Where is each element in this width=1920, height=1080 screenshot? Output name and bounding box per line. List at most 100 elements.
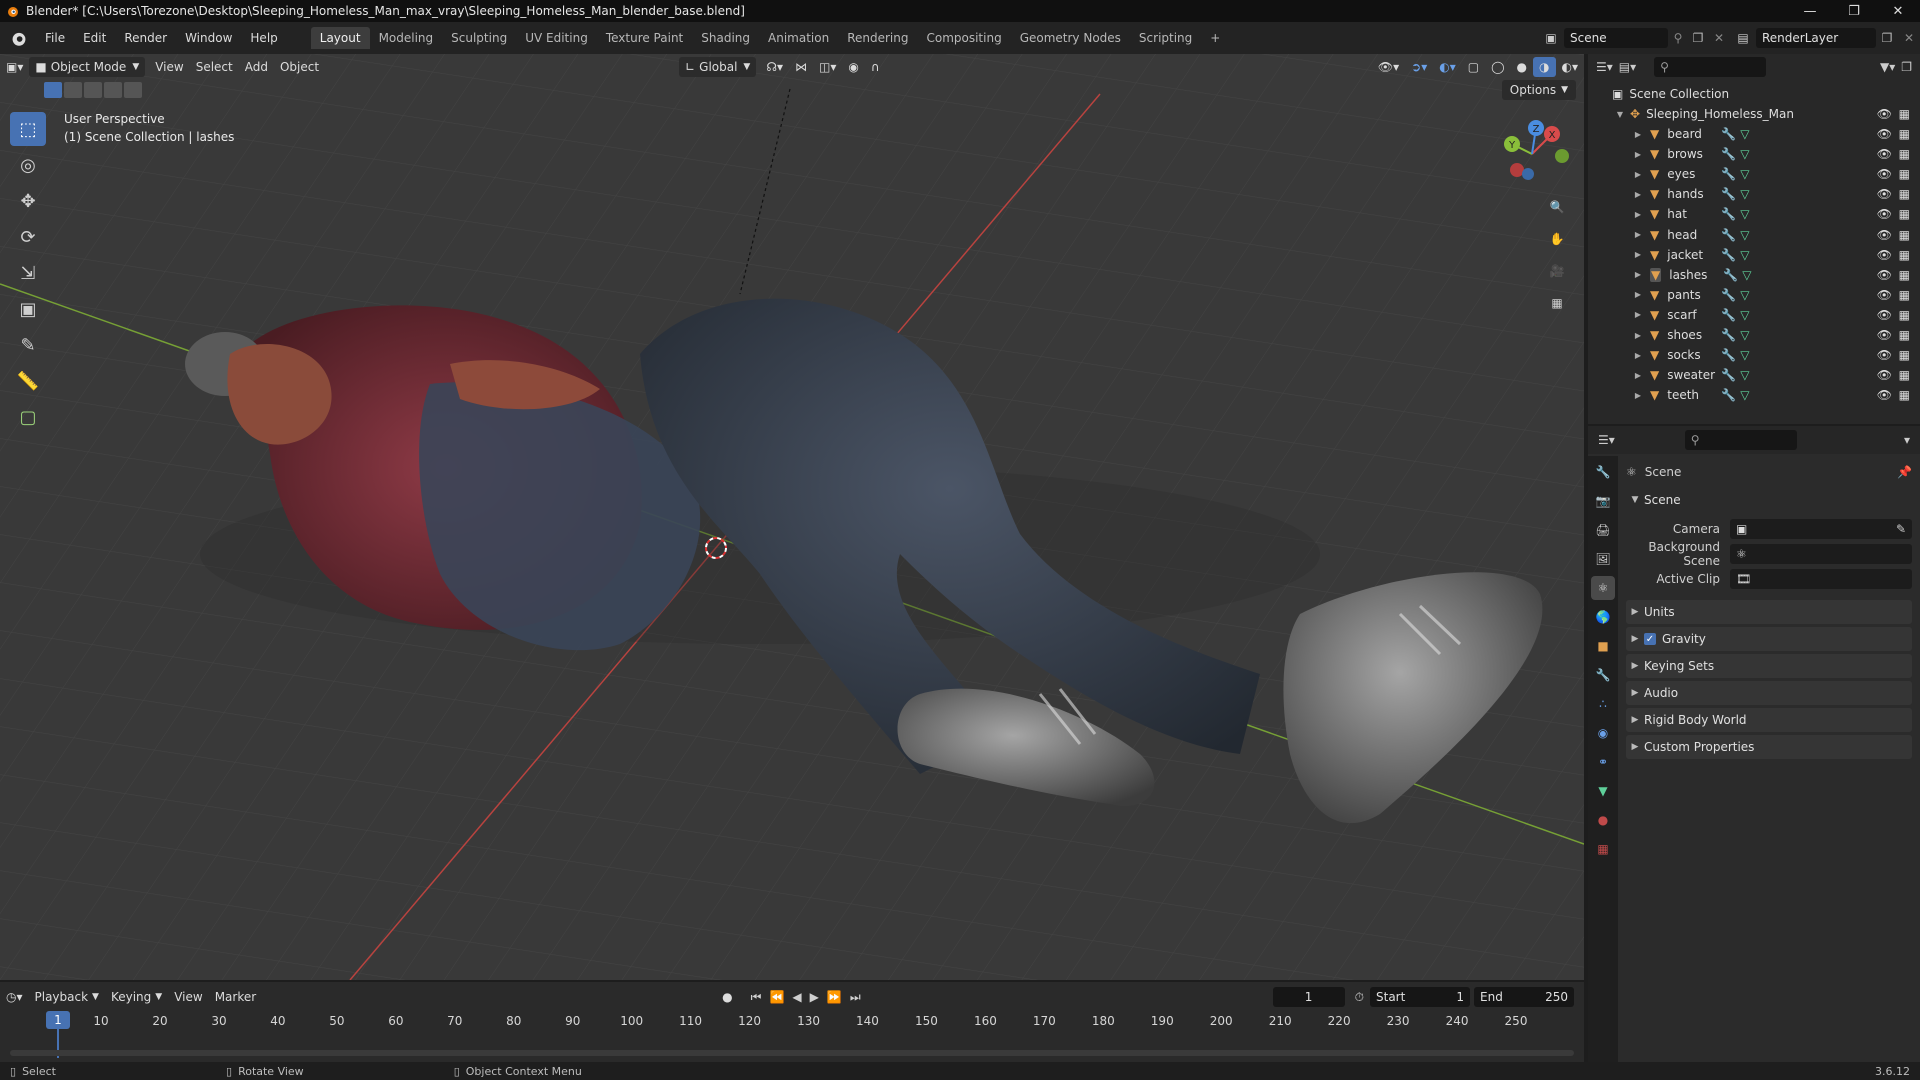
timeline-editor-type-button[interactable]: ◷▾ [0, 987, 29, 1007]
menu-help[interactable]: Help [241, 31, 286, 45]
pivot-point-button[interactable]: ☊▾ [760, 57, 789, 77]
transform-orientation-dropdown[interactable]: ∟ Global ▼ [679, 57, 757, 77]
modifier-wrench-icon[interactable]: 🔧 [1721, 147, 1736, 161]
eyedropper-icon[interactable]: ✎ [1896, 522, 1906, 536]
current-frame-field[interactable]: 1 [1272, 987, 1345, 1007]
mesh-data-icon[interactable]: ▽ [1740, 308, 1749, 322]
expand-arrow-icon[interactable]: ▶ [1632, 170, 1644, 179]
display-mode-icon[interactable]: ▤▾ [1619, 60, 1636, 74]
timeline-ruler[interactable]: 1102030405060708090100110120130140150160… [10, 1012, 1574, 1034]
menu-render[interactable]: Render [115, 31, 176, 45]
world-tab-icon[interactable]: 🌎 [1591, 605, 1615, 629]
workspace-tab-texture-paint[interactable]: Texture Paint [597, 27, 692, 49]
outliner-object-lashes[interactable]: ▶ ▼ lashes 🔧 ▽ 👁 ▦ [1588, 265, 1920, 285]
particles-tab-icon[interactable]: ∴ [1591, 692, 1615, 716]
output-tab-icon[interactable]: 🖨 [1591, 518, 1615, 542]
modifier-wrench-icon[interactable]: 🔧 [1721, 207, 1736, 221]
end-frame-field[interactable]: End 250 [1474, 987, 1574, 1007]
outliner-object-teeth[interactable]: ▶ ▼ teeth 🔧 ▽ 👁 ▦ [1588, 385, 1920, 405]
3d-viewport[interactable]: ▣▾ ■ Object Mode ▼ View Select Add Object … [0, 54, 1584, 980]
workspace-tab-compositing[interactable]: Compositing [917, 27, 1010, 49]
delete-view-layer-icon[interactable]: ✕ [1898, 31, 1920, 45]
mesh-data-icon[interactable]: ▽ [1740, 328, 1749, 342]
playhead-frame-indicator[interactable]: 1 [46, 1011, 70, 1029]
mode-dropdown[interactable]: ■ Object Mode ▼ [29, 57, 146, 77]
select-invert-icon[interactable] [104, 82, 122, 98]
select-box-tool[interactable]: ⬚ [10, 112, 46, 146]
menu-timeline-view[interactable]: View [168, 987, 208, 1007]
next-keyframe-icon[interactable]: ⏩ [827, 990, 842, 1004]
modifier-wrench-icon[interactable]: 🔧 [1721, 328, 1736, 342]
filter-icon[interactable]: ▼▾ [1880, 60, 1895, 74]
outliner-object-shoes[interactable]: ▶ ▼ shoes 🔧 ▽ 👁 ▦ [1588, 325, 1920, 345]
add-workspace-button[interactable]: + [1201, 27, 1229, 49]
select-intersect-icon[interactable] [124, 82, 142, 98]
mesh-data-icon[interactable]: ▽ [1740, 127, 1749, 141]
new-view-layer-icon[interactable]: ❐ [1876, 31, 1898, 45]
rigid-body-world-section[interactable]: ▶ Rigid Body World [1626, 708, 1912, 732]
material-shading-icon[interactable]: ◑ [1533, 57, 1556, 77]
render-camera-icon[interactable]: ▦ [1899, 107, 1910, 121]
gizmo-toggle-icon[interactable]: ➲▾ [1405, 57, 1433, 77]
visibility-eye-icon[interactable]: 👁 [1877, 147, 1892, 161]
select-subtract-icon[interactable] [84, 82, 102, 98]
xray-toggle-icon[interactable]: ▢ [1462, 57, 1485, 77]
render-camera-icon[interactable]: ▦ [1899, 288, 1910, 302]
expand-arrow-icon[interactable]: ▶ [1632, 391, 1644, 400]
outliner-object-jacket[interactable]: ▶ ▼ jacket 🔧 ▽ 👁 ▦ [1588, 245, 1920, 265]
snap-target-button[interactable]: ◫▾ [813, 57, 842, 77]
menu-file[interactable]: File [36, 31, 74, 45]
background-scene-field[interactable]: ⚛ [1730, 544, 1912, 564]
menu-keying[interactable]: Keying ▼ [105, 987, 168, 1007]
properties-search-input[interactable]: ⚲ [1684, 430, 1797, 450]
material-tab-icon[interactable]: ● [1591, 808, 1615, 832]
render-camera-icon[interactable]: ▦ [1899, 328, 1910, 342]
texture-tab-icon[interactable]: ▦ [1591, 837, 1615, 861]
record-icon[interactable]: ● [722, 990, 732, 1004]
view-layer-tab-icon[interactable]: 🖼 [1591, 547, 1615, 571]
modifier-wrench-icon[interactable]: 🔧 [1721, 228, 1736, 242]
view-layer-field[interactable]: RenderLayer [1756, 28, 1876, 48]
annotate-tool[interactable]: ✎ [10, 328, 46, 362]
visibility-eye-icon[interactable]: 👁 [1877, 228, 1892, 242]
mesh-data-icon[interactable]: ▽ [1740, 187, 1749, 201]
rotate-tool[interactable]: ⟳ [10, 220, 46, 254]
expand-arrow-icon[interactable]: ▶ [1632, 331, 1644, 340]
keying-sets-section[interactable]: ▶ Keying Sets [1626, 654, 1912, 678]
object-tab-icon[interactable]: ■ [1591, 634, 1615, 658]
select-extend-icon[interactable] [64, 82, 82, 98]
start-frame-field[interactable]: Start 1 [1370, 987, 1470, 1007]
solid-shading-icon[interactable]: ● [1511, 57, 1533, 77]
visibility-eye-icon[interactable]: 👁 [1877, 308, 1892, 322]
new-scene-icon[interactable]: ❐ [1688, 31, 1708, 45]
mesh-data-icon[interactable]: ▽ [1740, 248, 1749, 262]
properties-options-icon[interactable]: ▾ [1904, 433, 1910, 447]
menu-select[interactable]: Select [190, 57, 239, 77]
overlay-toggle-icon[interactable]: ◐▾ [1433, 57, 1462, 77]
zoom-icon[interactable]: 🔍 [1544, 194, 1570, 220]
mesh-data-icon[interactable]: ▽ [1740, 368, 1749, 382]
gravity-section[interactable]: ▶ ✓ Gravity [1626, 627, 1912, 651]
camera-field[interactable]: ▣ ✎ [1730, 519, 1912, 539]
workspace-tab-animation[interactable]: Animation [759, 27, 838, 49]
editor-type-button[interactable]: ▣▾ [0, 57, 29, 77]
outliner-scene-collection[interactable]: ▣ Scene Collection [1588, 84, 1920, 104]
outliner-search-input[interactable]: ⚲ [1654, 57, 1767, 77]
render-camera-icon[interactable]: ▦ [1899, 388, 1910, 402]
render-camera-icon[interactable]: ▦ [1899, 248, 1910, 262]
workspace-tab-shading[interactable]: Shading [692, 27, 759, 49]
modifier-wrench-icon[interactable]: 🔧 [1721, 388, 1736, 402]
pin-scene-icon[interactable]: ⚲ [1668, 31, 1688, 45]
outliner-object-brows[interactable]: ▶ ▼ brows 🔧 ▽ 👁 ▦ [1588, 144, 1920, 164]
falloff-icon[interactable]: ∩ [865, 57, 886, 77]
expand-arrow-icon[interactable]: ▶ [1632, 290, 1644, 299]
mesh-data-icon[interactable]: ▽ [1740, 207, 1749, 221]
visibility-eye-icon[interactable]: 👁 [1877, 348, 1892, 362]
render-tab-icon[interactable]: 📷 [1591, 489, 1615, 513]
visibility-eye-icon[interactable]: 👁 [1877, 328, 1892, 342]
workspace-tab-scripting[interactable]: Scripting [1130, 27, 1201, 49]
modifier-wrench-icon[interactable]: 🔧 [1721, 248, 1736, 262]
blender-menu-icon[interactable] [10, 29, 28, 47]
proportional-edit-icon[interactable]: ◉ [842, 57, 864, 77]
maximize-button[interactable]: ❐ [1832, 0, 1876, 22]
